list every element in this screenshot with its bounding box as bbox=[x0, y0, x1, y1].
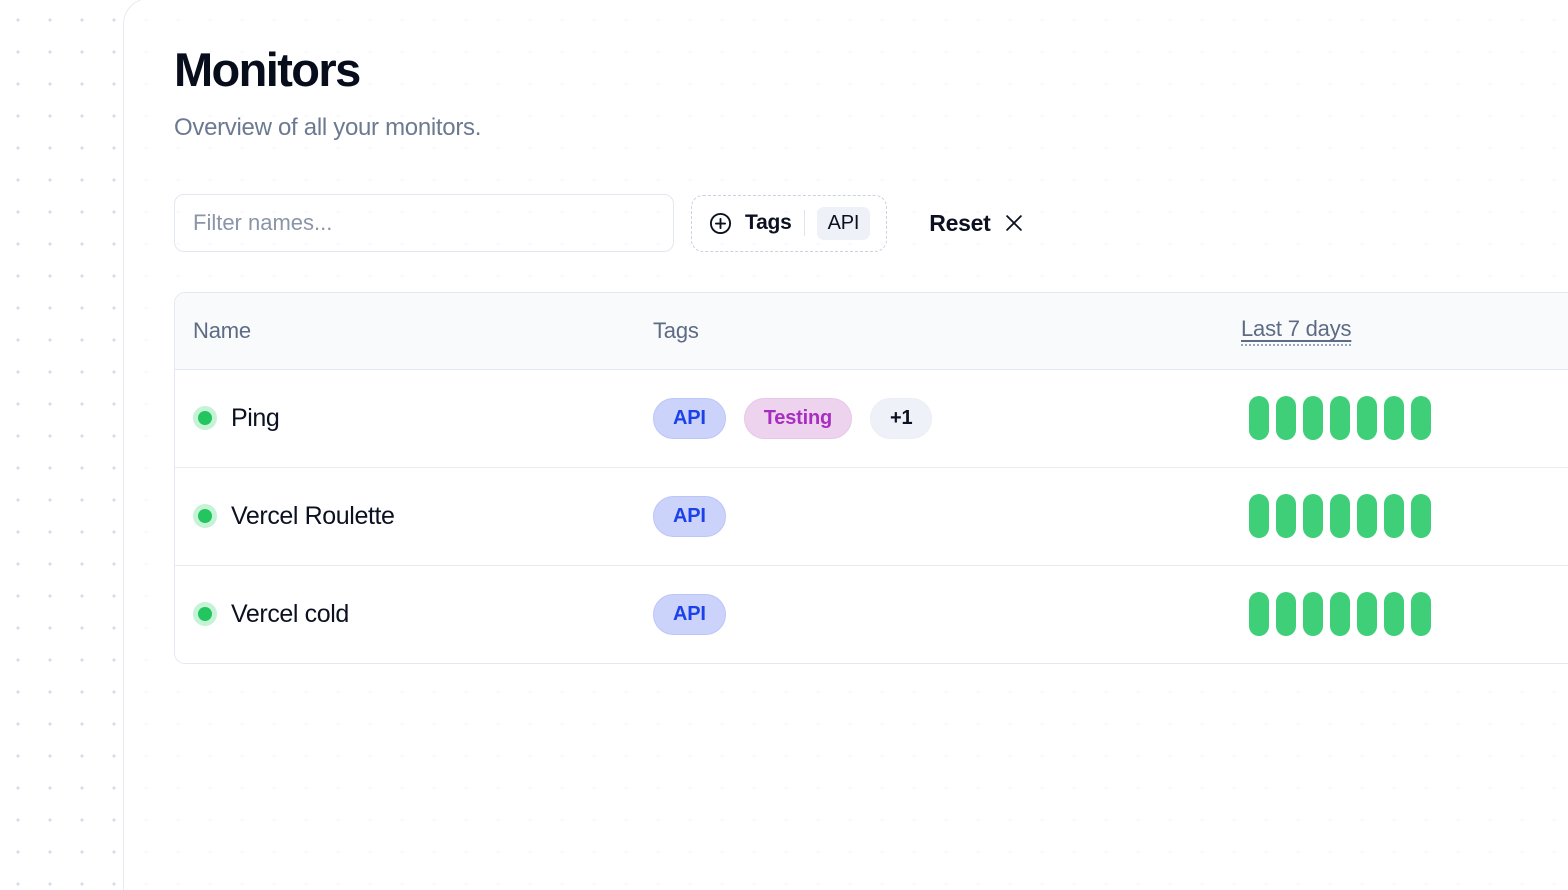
monitor-name-cell: Ping bbox=[193, 404, 635, 433]
cell-tags: API bbox=[635, 466, 1223, 566]
cell-tags: API Testing +1 bbox=[635, 369, 1223, 467]
tag-list: API bbox=[653, 593, 1223, 635]
table-header-row: Name Tags Last 7 days bbox=[175, 293, 1568, 370]
uptime-bar[interactable] bbox=[1357, 494, 1377, 539]
page-title: Monitors bbox=[174, 43, 361, 96]
column-header-name-label: Name bbox=[193, 317, 251, 343]
reset-button[interactable]: Reset bbox=[929, 210, 1025, 237]
uptime-bar[interactable] bbox=[1411, 592, 1431, 637]
monitor-name-label: Ping bbox=[231, 403, 280, 432]
panel-content: Monitors Overview of all your monitors. … bbox=[174, 45, 1568, 890]
cell-name: Vercel cold bbox=[175, 564, 635, 664]
tags-filter-label: Tags bbox=[745, 211, 792, 235]
status-indicator-icon bbox=[193, 602, 217, 627]
cell-name: Ping bbox=[175, 369, 635, 467]
reset-button-label: Reset bbox=[929, 209, 991, 236]
cell-tags: API bbox=[635, 564, 1223, 664]
uptime-bar[interactable] bbox=[1384, 396, 1404, 441]
status-indicator-icon bbox=[193, 406, 217, 431]
uptime-bar[interactable] bbox=[1249, 494, 1269, 539]
status-indicator-icon bbox=[193, 504, 217, 529]
tags-filter-divider bbox=[803, 210, 805, 237]
column-header-last-7-days[interactable]: Last 7 days bbox=[1223, 293, 1568, 370]
monitor-name-cell: Vercel Roulette bbox=[193, 502, 635, 531]
uptime-bar[interactable] bbox=[1276, 396, 1296, 441]
tags-filter-selected-api[interactable]: API bbox=[816, 206, 871, 240]
monitor-name-label: Vercel Roulette bbox=[231, 501, 395, 530]
cell-name: Vercel Roulette bbox=[175, 466, 635, 566]
cell-last-7-days bbox=[1223, 564, 1568, 664]
uptime-bar[interactable] bbox=[1276, 494, 1296, 539]
tags-filter-button[interactable]: Tags API bbox=[691, 194, 888, 252]
uptime-bar-chart bbox=[1241, 592, 1568, 637]
tag-badge-testing[interactable]: Testing bbox=[743, 397, 852, 439]
monitor-name-cell: Vercel cold bbox=[193, 600, 635, 629]
uptime-bar-chart bbox=[1241, 494, 1568, 539]
table-head: Name Tags Last 7 days bbox=[175, 293, 1568, 370]
table-row[interactable]: Vercel cold API bbox=[175, 564, 1568, 664]
main-panel: Monitors Overview of all your monitors. … bbox=[123, 0, 1568, 890]
table-row[interactable]: Vercel Roulette API bbox=[175, 466, 1568, 566]
uptime-bar[interactable] bbox=[1330, 396, 1350, 441]
column-header-tags-label: Tags bbox=[653, 317, 699, 343]
column-header-last-7-days-label: Last 7 days bbox=[1241, 316, 1352, 346]
tag-list: API bbox=[653, 495, 1223, 537]
uptime-bar[interactable] bbox=[1330, 592, 1350, 637]
table-body: Ping API Testing +1 Vercel Roulette API Vercel… bbox=[175, 369, 1568, 664]
uptime-bar[interactable] bbox=[1384, 494, 1404, 539]
uptime-bar[interactable] bbox=[1384, 592, 1404, 637]
uptime-bar[interactable] bbox=[1303, 494, 1323, 539]
uptime-bar[interactable] bbox=[1357, 396, 1377, 441]
monitors-table: Name Tags Last 7 days Ping API Testing +1 Ve… bbox=[175, 293, 1568, 664]
search-input[interactable] bbox=[174, 194, 674, 253]
uptime-bar[interactable] bbox=[1411, 396, 1431, 441]
tag-badge-api[interactable]: API bbox=[653, 495, 726, 537]
uptime-bar[interactable] bbox=[1357, 592, 1377, 637]
column-header-name: Name bbox=[175, 293, 635, 370]
uptime-bar[interactable] bbox=[1276, 592, 1296, 637]
monitor-name-label: Vercel cold bbox=[231, 599, 349, 628]
tag-badge-more[interactable]: +1 bbox=[869, 397, 933, 439]
plus-circle-icon bbox=[708, 211, 733, 236]
column-header-tags: Tags bbox=[635, 293, 1223, 370]
filter-toolbar: Tags API Reset bbox=[174, 194, 1568, 253]
uptime-bar[interactable] bbox=[1330, 494, 1350, 539]
uptime-bar[interactable] bbox=[1249, 396, 1269, 441]
uptime-bar[interactable] bbox=[1249, 592, 1269, 637]
table-row[interactable]: Ping API Testing +1 bbox=[175, 369, 1568, 468]
uptime-bar-chart bbox=[1241, 396, 1568, 441]
uptime-bar[interactable] bbox=[1411, 494, 1431, 539]
close-icon bbox=[1003, 212, 1025, 234]
cell-last-7-days bbox=[1223, 369, 1568, 467]
monitors-table-container: Name Tags Last 7 days Ping API Testing +1 Ve… bbox=[174, 292, 1568, 665]
uptime-bar[interactable] bbox=[1303, 592, 1323, 637]
page-subtitle: Overview of all your monitors. bbox=[174, 114, 482, 142]
tag-list: API Testing +1 bbox=[653, 397, 1223, 439]
tag-badge-api[interactable]: API bbox=[653, 397, 726, 439]
uptime-bar[interactable] bbox=[1303, 396, 1323, 441]
tag-badge-api[interactable]: API bbox=[653, 593, 726, 635]
cell-last-7-days bbox=[1223, 466, 1568, 566]
